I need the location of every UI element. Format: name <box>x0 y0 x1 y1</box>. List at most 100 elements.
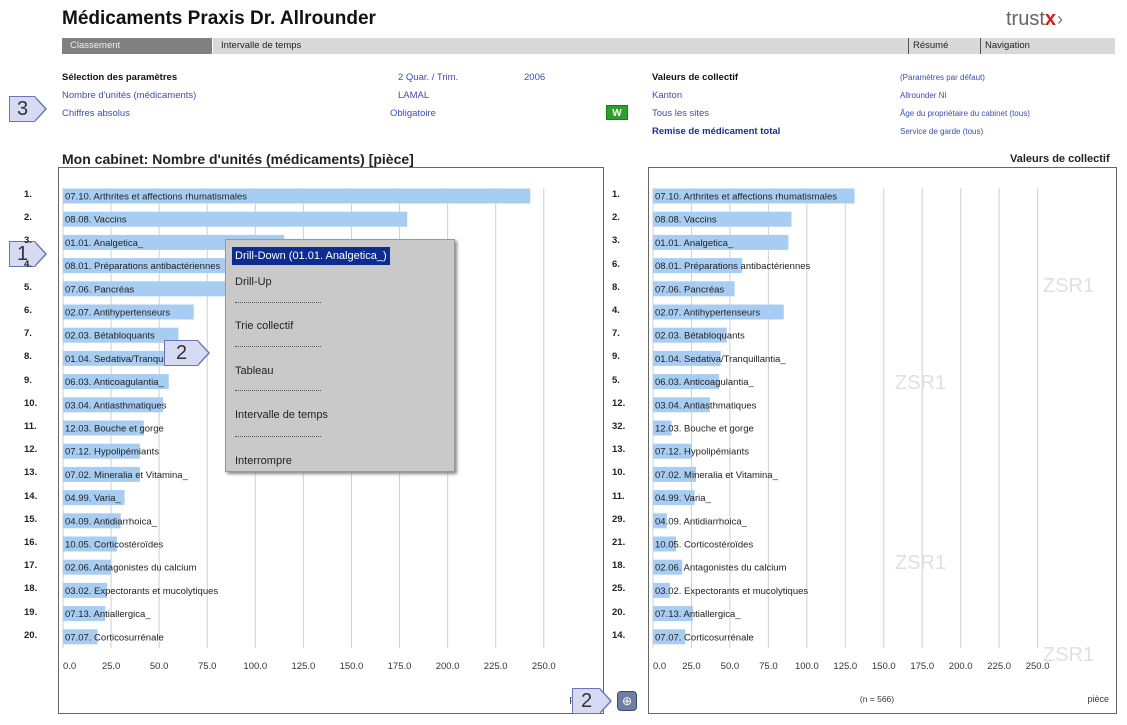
rank-number: 15. <box>24 513 38 525</box>
rank-number: 20. <box>612 606 626 618</box>
rank-number: 8. <box>612 281 620 293</box>
param-measure-link[interactable]: Nombre d'unités (médicaments) <box>62 90 196 102</box>
menu-item-trie-collectif[interactable]: Trie collectif <box>232 317 296 335</box>
rank-number: 11. <box>24 421 37 432</box>
bar-label: 07.13. Antiallergica_ <box>655 609 741 620</box>
rank-number: 10. <box>612 467 626 479</box>
param-coverage-link[interactable]: Obligatoire <box>390 108 436 120</box>
param-delivery-link[interactable]: Remise de médicament total <box>652 126 780 138</box>
bar-label: 07.06. Pancréas <box>655 284 724 295</box>
menu-item-tableau[interactable]: Tableau <box>232 362 277 380</box>
rank-number: 11. <box>612 490 625 502</box>
rank-number: 17. <box>24 560 38 572</box>
link-navigation[interactable]: Navigation <box>980 38 1030 54</box>
watermark: ZSR1 <box>1043 644 1095 666</box>
bar-label: 03.04. Antiasthmatiques <box>655 400 757 411</box>
param-group-link[interactable]: Allrounder NI <box>900 90 947 102</box>
rank-number: 1. <box>612 189 620 200</box>
param-mode-link[interactable]: Chiffres absolus <box>62 108 130 120</box>
x-tick-label: 50.0 <box>150 661 169 672</box>
watermark: ZSR1 <box>895 552 947 574</box>
tab-classement[interactable]: Classement <box>62 38 212 54</box>
rank-number: 3. <box>612 235 620 247</box>
tab-intervalle-de-temps[interactable]: Intervalle de temps <box>212 38 512 54</box>
link-resume[interactable]: Résumé <box>908 38 948 54</box>
rank-number: 9. <box>24 374 32 386</box>
trustx-logo: trustx› <box>1006 8 1063 31</box>
menu-separator <box>235 346 321 347</box>
rank-number: 4. <box>24 258 32 270</box>
logo-chevron: › <box>1057 9 1064 29</box>
bar-label: 06.03. Anticoagulantia_ <box>655 377 754 388</box>
bar-label: 08.01. Préparations antibactériennes <box>65 261 221 272</box>
rank-number: 5. <box>612 374 620 386</box>
bar-label: 08.08. Vaccins <box>655 215 717 226</box>
param-canton-link[interactable]: Kanton <box>652 90 682 102</box>
watermark: ZSR1 <box>1043 275 1095 297</box>
rank-number: 29. <box>612 513 626 525</box>
param-year-link[interactable]: 2006 <box>524 72 545 84</box>
callout-3: 3 <box>9 96 47 122</box>
bar-label: 02.03. Bétabloquants <box>655 331 745 342</box>
menu-separator <box>235 436 321 437</box>
rank-number: 5. <box>24 281 32 293</box>
bar-label: 10.05. Corticostéroïdes <box>65 540 163 551</box>
bar-label: 03.02. Expectorants et mucolytiques <box>655 586 808 597</box>
rank-number: 18. <box>24 583 38 595</box>
rank-number: 21. <box>612 537 626 548</box>
bar-label: 02.07. Antihypertenseurs <box>655 308 760 319</box>
callout-2: 2 <box>164 340 210 366</box>
rank-number: 2. <box>24 212 32 224</box>
param-period-link[interactable]: 2 Quar. / Trim. <box>398 72 458 84</box>
rank-number: 7. <box>612 328 620 340</box>
bar-label: 04.09. Antidiarrhoica_ <box>65 516 158 527</box>
param-guard-link[interactable]: Service de garde (tous) <box>900 126 983 138</box>
rank-number: 18. <box>612 560 626 572</box>
menu-item-drill-up[interactable]: Drill-Up <box>232 273 275 291</box>
x-tick-label: 200.0 <box>436 661 460 672</box>
x-tick-label: 125.0 <box>291 661 315 672</box>
rank-number: 6. <box>612 258 620 270</box>
logo-x: x <box>1044 8 1057 30</box>
sample-size-note: (n = 566) <box>860 694 894 704</box>
bar-label: 03.02. Expectorants et mucolytiques <box>65 586 218 597</box>
rank-number: 6. <box>24 305 32 316</box>
rank-number: 12. <box>24 444 38 456</box>
bar-label: 07.06. Pancréas <box>65 284 134 295</box>
export-icon[interactable]: ⊕ <box>617 691 637 711</box>
param-sites-link[interactable]: Tous les sites <box>652 108 709 120</box>
context-menu: Drill-Down (01.01. Analgetica_) Drill-Up… <box>225 239 455 472</box>
param-defaults-link[interactable]: (Paramètres par défaut) <box>900 72 985 84</box>
x-tick-label: 0.0 <box>653 661 666 672</box>
rank-number: 2. <box>612 212 620 224</box>
param-owner-age-link[interactable]: Âge du propriétaire du cabinet (tous) <box>900 108 1030 120</box>
collective-heading: Valeurs de collectif <box>652 72 739 83</box>
bar-label: 07.02. Mineralia et Vitamina_ <box>655 470 779 481</box>
x-tick-label: 225.0 <box>484 661 508 672</box>
bar-label: 06.03. Anticoagulantia_ <box>65 377 164 388</box>
x-tick-label: 100.0 <box>243 661 267 672</box>
bar-label: 02.06. Antagonistes du calcium <box>655 563 787 574</box>
x-tick-label: 0.0 <box>63 661 76 672</box>
x-tick-label: 150.0 <box>340 661 364 672</box>
rank-number: 8. <box>24 351 32 363</box>
bar-label: 10.05. Corticostéroïdes <box>655 540 753 551</box>
menu-item-intervalle-de-temps[interactable]: Intervalle de temps <box>232 406 331 424</box>
app-title: Médicaments Praxis Dr. Allrounder <box>62 8 376 29</box>
bar-label: 12.03. Bouche et gorge <box>65 424 164 435</box>
x-tick-label: 175.0 <box>910 661 934 672</box>
menu-separator <box>235 390 321 391</box>
rank-number: 12. <box>612 397 626 409</box>
bar-label: 02.06. Antagonistes du calcium <box>65 563 197 574</box>
menu-item-drill-down[interactable]: Drill-Down (01.01. Analgetica_) <box>232 247 390 265</box>
x-tick-label: 50.0 <box>721 661 740 672</box>
param-insurance-link[interactable]: LAMAL <box>398 90 429 102</box>
menu-item-interrompre[interactable]: Interrompre <box>232 452 295 470</box>
chart-right-svg: 07.10. Arthrites et affections rhumatism… <box>652 188 1109 704</box>
chart-right-panel: 07.10. Arthrites et affections rhumatism… <box>648 167 1117 714</box>
rank-number: 16. <box>24 537 38 548</box>
w-button[interactable]: W <box>606 105 628 120</box>
bar-label: 07.07. Corticosurrénale <box>65 632 164 643</box>
rank-number: 32. <box>612 421 626 432</box>
watermark: ZSR1 <box>895 372 947 394</box>
